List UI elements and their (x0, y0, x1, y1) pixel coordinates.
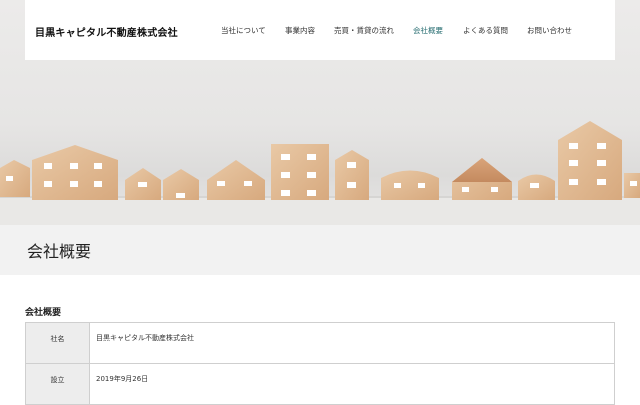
row-label-company-name: 社名 (25, 322, 90, 364)
site-header: 目黒キャピタル不動産株式会社 当社について 事業内容 売買・賃貸の流れ 会社概要… (25, 0, 615, 60)
table-row: 設立 2019年9月26日 (25, 363, 615, 405)
table-row: 社名 目黒キャピタル不動産株式会社 (25, 322, 615, 364)
main-nav: 当社について 事業内容 売買・賃貸の流れ 会社概要 よくある質問 お問い合わせ (25, 25, 615, 39)
nav-item-flow[interactable]: 売買・賃貸の流れ (334, 25, 394, 36)
row-label-established: 設立 (25, 363, 90, 405)
nav-item-about[interactable]: 当社について (221, 25, 266, 36)
nav-item-faq[interactable]: よくある質問 (463, 25, 508, 36)
nav-item-business[interactable]: 事業内容 (285, 25, 315, 36)
row-value-company-name: 目黒キャピタル不動産株式会社 (89, 322, 615, 364)
company-info-table: 社名 目黒キャピタル不動産株式会社 設立 2019年9月26日 (25, 322, 615, 405)
nav-item-contact[interactable]: お問い合わせ (527, 25, 572, 36)
nav-item-company[interactable]: 会社概要 (413, 25, 443, 36)
section-title: 会社概要 (25, 308, 62, 318)
row-value-established: 2019年9月26日 (89, 363, 615, 405)
page-title: 会社概要 (27, 242, 92, 261)
page-title-band: 会社概要 (0, 225, 640, 275)
